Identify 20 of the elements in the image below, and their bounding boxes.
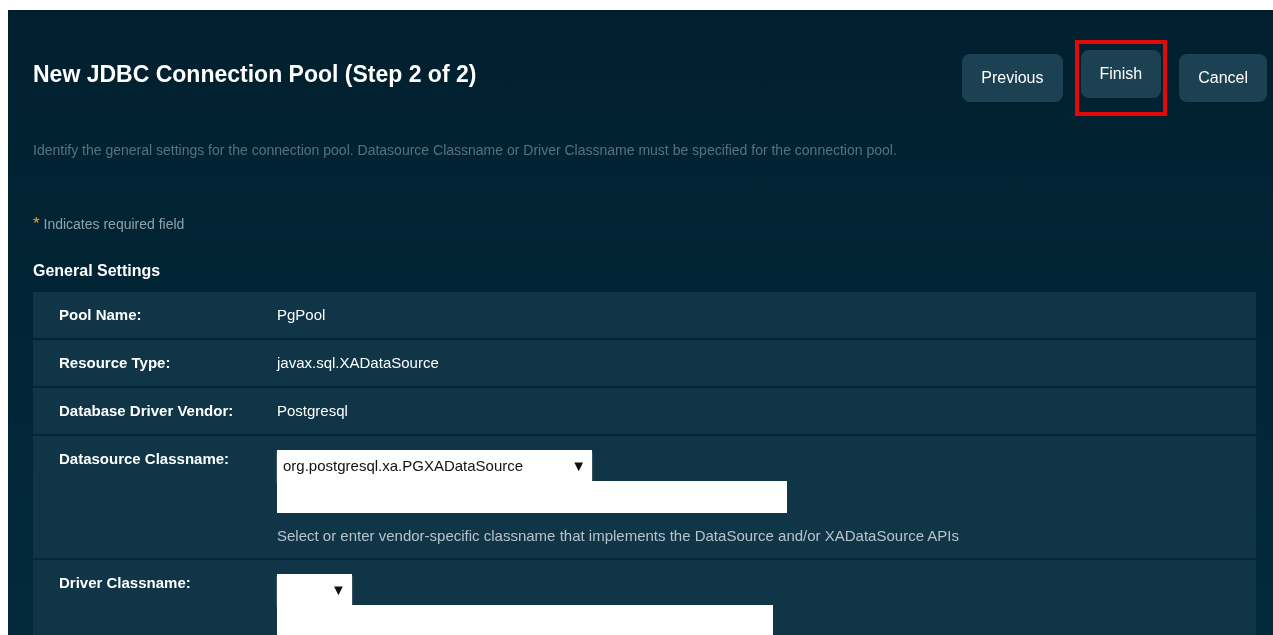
- field-value: Postgresql: [277, 402, 348, 420]
- field-label: Database Driver Vendor:: [59, 402, 235, 420]
- help-text: Select or enter vendor-specific classname that implements the DataSource and/or XADataSource APIs: [277, 527, 959, 544]
- field-value: PgPool: [277, 306, 326, 324]
- classname-dropdown[interactable]: ▼: [277, 574, 352, 605]
- field-label: Datasource Classname:: [59, 450, 231, 469]
- field-value: javax.sql.XADataSource: [277, 354, 439, 372]
- classname-input[interactable]: [277, 481, 787, 513]
- field-label: Pool Name:: [59, 306, 143, 324]
- wizard-button[interactable]: Previous: [962, 54, 1063, 102]
- field-label: Driver Classname:: [59, 574, 192, 593]
- field-label: Resource Type:: [59, 354, 172, 372]
- wizard-button[interactable]: Finish: [1080, 50, 1162, 98]
- required-note: * Indicates required field: [33, 214, 186, 234]
- wizard-button[interactable]: Cancel: [1179, 54, 1267, 102]
- classname-dropdown[interactable]: org.postgresql.xa.PGXADataSource ▼: [277, 450, 592, 481]
- page-description: Identify the general settings for the connection pool. Datasource Classname or Driver Classname must be specified for the connection pool.: [33, 142, 898, 158]
- page-title: New JDBC Connection Pool (Step 2 of 2): [33, 61, 477, 88]
- section-title: General Settings: [33, 262, 162, 280]
- classname-input[interactable]: [277, 605, 773, 635]
